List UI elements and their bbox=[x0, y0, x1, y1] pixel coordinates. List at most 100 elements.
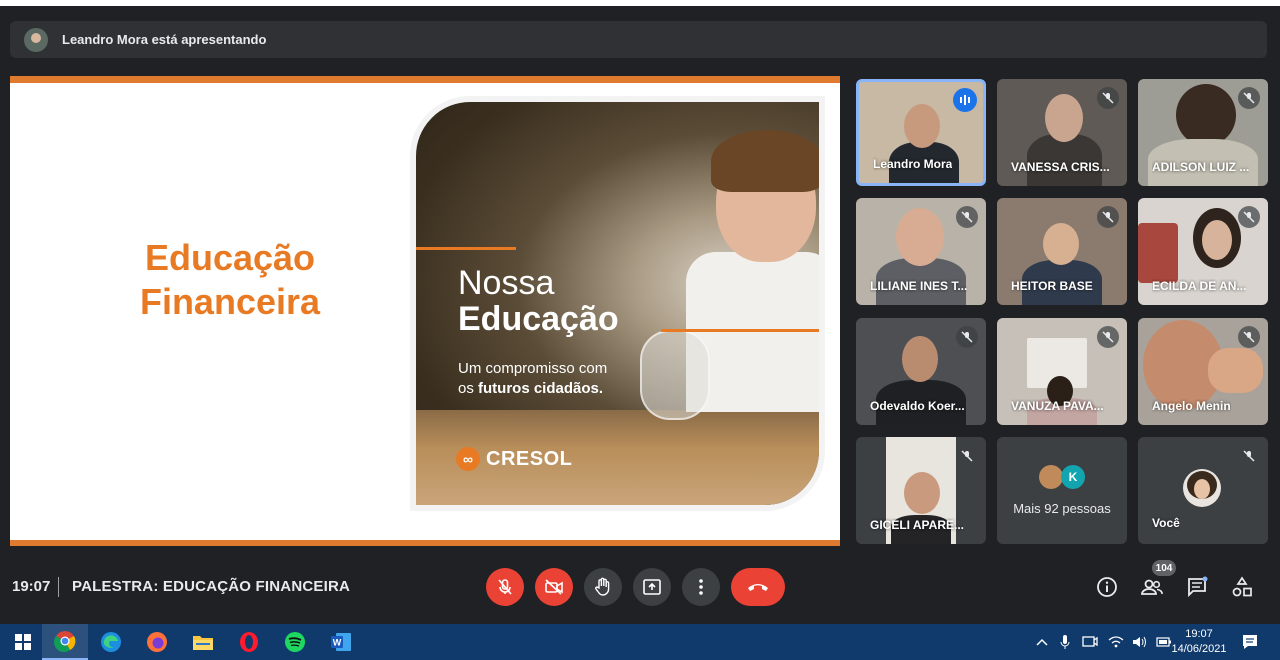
word-icon: W bbox=[331, 633, 351, 651]
edge-icon bbox=[101, 632, 121, 652]
slide-subtitle-bold: futuros cidadãos. bbox=[478, 380, 604, 397]
participant-tile[interactable]: Leandro Mora bbox=[856, 79, 986, 186]
taskbar-app-chrome[interactable] bbox=[42, 624, 88, 660]
taskbar-app-word[interactable]: W bbox=[318, 624, 364, 660]
slide-title-line1: Educação bbox=[144, 237, 316, 278]
chrome-icon bbox=[54, 631, 76, 652]
mic-off-icon bbox=[956, 445, 978, 467]
opera-icon bbox=[240, 632, 258, 652]
notification-icon bbox=[1243, 635, 1257, 649]
people-button[interactable] bbox=[1137, 572, 1167, 602]
participant-tile[interactable]: VANUZA PAVA... bbox=[997, 318, 1127, 425]
slide-headline-bold: Educação bbox=[458, 300, 619, 338]
slide-photo-panel: Nossa Educação Um compromisso com os fut… bbox=[410, 96, 825, 511]
participant-tile[interactable]: ADILSON LUIZ ... bbox=[1138, 79, 1268, 186]
slide-subtitle-line1: Um compromisso com bbox=[458, 360, 608, 377]
file-explorer-icon bbox=[193, 636, 213, 650]
taskbar-app-opera[interactable] bbox=[226, 624, 272, 660]
participant-tile[interactable]: Angelo Menin bbox=[1138, 318, 1268, 425]
slide-subtitle-line2: os futuros cidadãos. bbox=[458, 380, 603, 397]
self-avatar bbox=[1183, 469, 1221, 507]
meeting-time: 19:07 bbox=[12, 578, 51, 595]
taskbar-app-firefox[interactable] bbox=[134, 624, 180, 660]
chat-button[interactable] bbox=[1182, 572, 1212, 602]
participant-name: VANESSA CRIS... bbox=[1011, 160, 1110, 174]
slide-subtitle-prefix: os bbox=[458, 380, 474, 397]
activities-button[interactable] bbox=[1227, 572, 1257, 602]
slide-accent-line bbox=[661, 329, 819, 332]
coin-jar bbox=[640, 330, 710, 420]
participant-name: GICELI APARE... bbox=[870, 518, 965, 532]
avatar-letter: K bbox=[1061, 465, 1085, 489]
mic-off-icon bbox=[1097, 87, 1119, 109]
child-figure-hair bbox=[711, 130, 819, 192]
windows-logo-icon bbox=[15, 634, 31, 650]
taskbar-app-edge[interactable] bbox=[88, 624, 134, 660]
camera-toggle-button[interactable] bbox=[535, 568, 573, 606]
mic-off-icon bbox=[1097, 206, 1119, 228]
mic-off-icon bbox=[1097, 326, 1119, 348]
participant-name: ADILSON LUIZ ... bbox=[1152, 160, 1250, 174]
more-participants-tile[interactable]: K Mais 92 pessoas bbox=[997, 437, 1127, 544]
cresol-logo: ∞ CRESOL bbox=[456, 447, 572, 471]
presentation-slide: Educação Financeira Nossa Educação Um co… bbox=[10, 76, 840, 546]
hand-icon bbox=[595, 577, 610, 596]
more-options-button[interactable] bbox=[682, 568, 720, 606]
presenter-avatar bbox=[24, 27, 48, 52]
participant-tile[interactable]: HEITOR BASE bbox=[997, 198, 1127, 305]
participant-name: Odevaldo Koer... bbox=[870, 399, 965, 413]
slide-top-band bbox=[10, 76, 840, 83]
mic-toggle-button[interactable] bbox=[486, 568, 524, 606]
participant-tile[interactable]: GICELI APARE... bbox=[856, 437, 986, 544]
notification-center-button[interactable] bbox=[1228, 624, 1272, 660]
participant-tile[interactable]: ECILDA DE AN... bbox=[1138, 198, 1268, 305]
participants-count-badge: 104 bbox=[1152, 560, 1176, 576]
avatar bbox=[1039, 465, 1063, 489]
microphone-icon[interactable] bbox=[1060, 634, 1070, 650]
more-participants-avatars: K bbox=[1039, 465, 1085, 489]
meet-now-icon[interactable] bbox=[1082, 635, 1098, 649]
speaking-indicator-icon bbox=[953, 88, 977, 112]
hang-up-icon bbox=[748, 584, 768, 591]
participant-tile[interactable]: VANESSA CRIS... bbox=[997, 79, 1127, 186]
mic-off-icon bbox=[956, 206, 978, 228]
meeting-controls-bar: 19:07 PALESTRA: EDUCAÇÃO FINANCEIRA bbox=[0, 560, 1280, 614]
participant-tile[interactable]: LILIANE INES T... bbox=[856, 198, 986, 305]
taskbar-app-spotify[interactable] bbox=[272, 624, 318, 660]
activities-icon bbox=[1232, 576, 1252, 597]
start-button[interactable] bbox=[0, 624, 46, 660]
present-screen-button[interactable] bbox=[633, 568, 671, 606]
presenter-banner-text: Leandro Mora está apresentando bbox=[62, 32, 267, 47]
mic-off-icon bbox=[1238, 206, 1260, 228]
taskbar-app-file-explorer[interactable] bbox=[180, 624, 226, 660]
participant-name: Angelo Menin bbox=[1152, 399, 1231, 413]
clock-date: 14/06/2021 bbox=[1171, 643, 1227, 655]
self-tile[interactable]: Você bbox=[1138, 437, 1268, 544]
more-vert-icon bbox=[699, 579, 703, 595]
chevron-up-icon[interactable] bbox=[1036, 637, 1048, 647]
participant-name: HEITOR BASE bbox=[1011, 279, 1093, 293]
slide-accent-line bbox=[416, 247, 516, 250]
wifi-icon[interactable] bbox=[1108, 635, 1124, 649]
more-participants-label: Mais 92 pessoas bbox=[1013, 501, 1111, 516]
cresol-logo-mark-icon: ∞ bbox=[456, 447, 480, 471]
svg-text:W: W bbox=[333, 638, 342, 648]
participant-tile[interactable]: Odevaldo Koer... bbox=[856, 318, 986, 425]
volume-icon[interactable] bbox=[1132, 635, 1148, 649]
participant-name: VANUZA PAVA... bbox=[1011, 399, 1104, 413]
meeting-details-button[interactable] bbox=[1092, 572, 1122, 602]
mic-off-icon bbox=[956, 326, 978, 348]
chat-icon bbox=[1188, 576, 1208, 598]
end-call-button[interactable] bbox=[731, 568, 785, 606]
raise-hand-button[interactable] bbox=[584, 568, 622, 606]
cresol-logo-text: CRESOL bbox=[486, 447, 573, 470]
mic-off-icon bbox=[1238, 87, 1260, 109]
taskbar-clock[interactable]: 19:07 14/06/2021 bbox=[1168, 627, 1230, 657]
self-name: Você bbox=[1152, 516, 1180, 530]
people-icon bbox=[1141, 579, 1163, 595]
slide-bottom-band bbox=[10, 540, 840, 546]
mic-off-icon bbox=[1238, 445, 1260, 467]
slide-headline-light: Nossa bbox=[458, 264, 555, 302]
participant-name: LILIANE INES T... bbox=[870, 279, 968, 293]
windows-taskbar: W 19:07 14/06/2021 bbox=[0, 624, 1280, 660]
